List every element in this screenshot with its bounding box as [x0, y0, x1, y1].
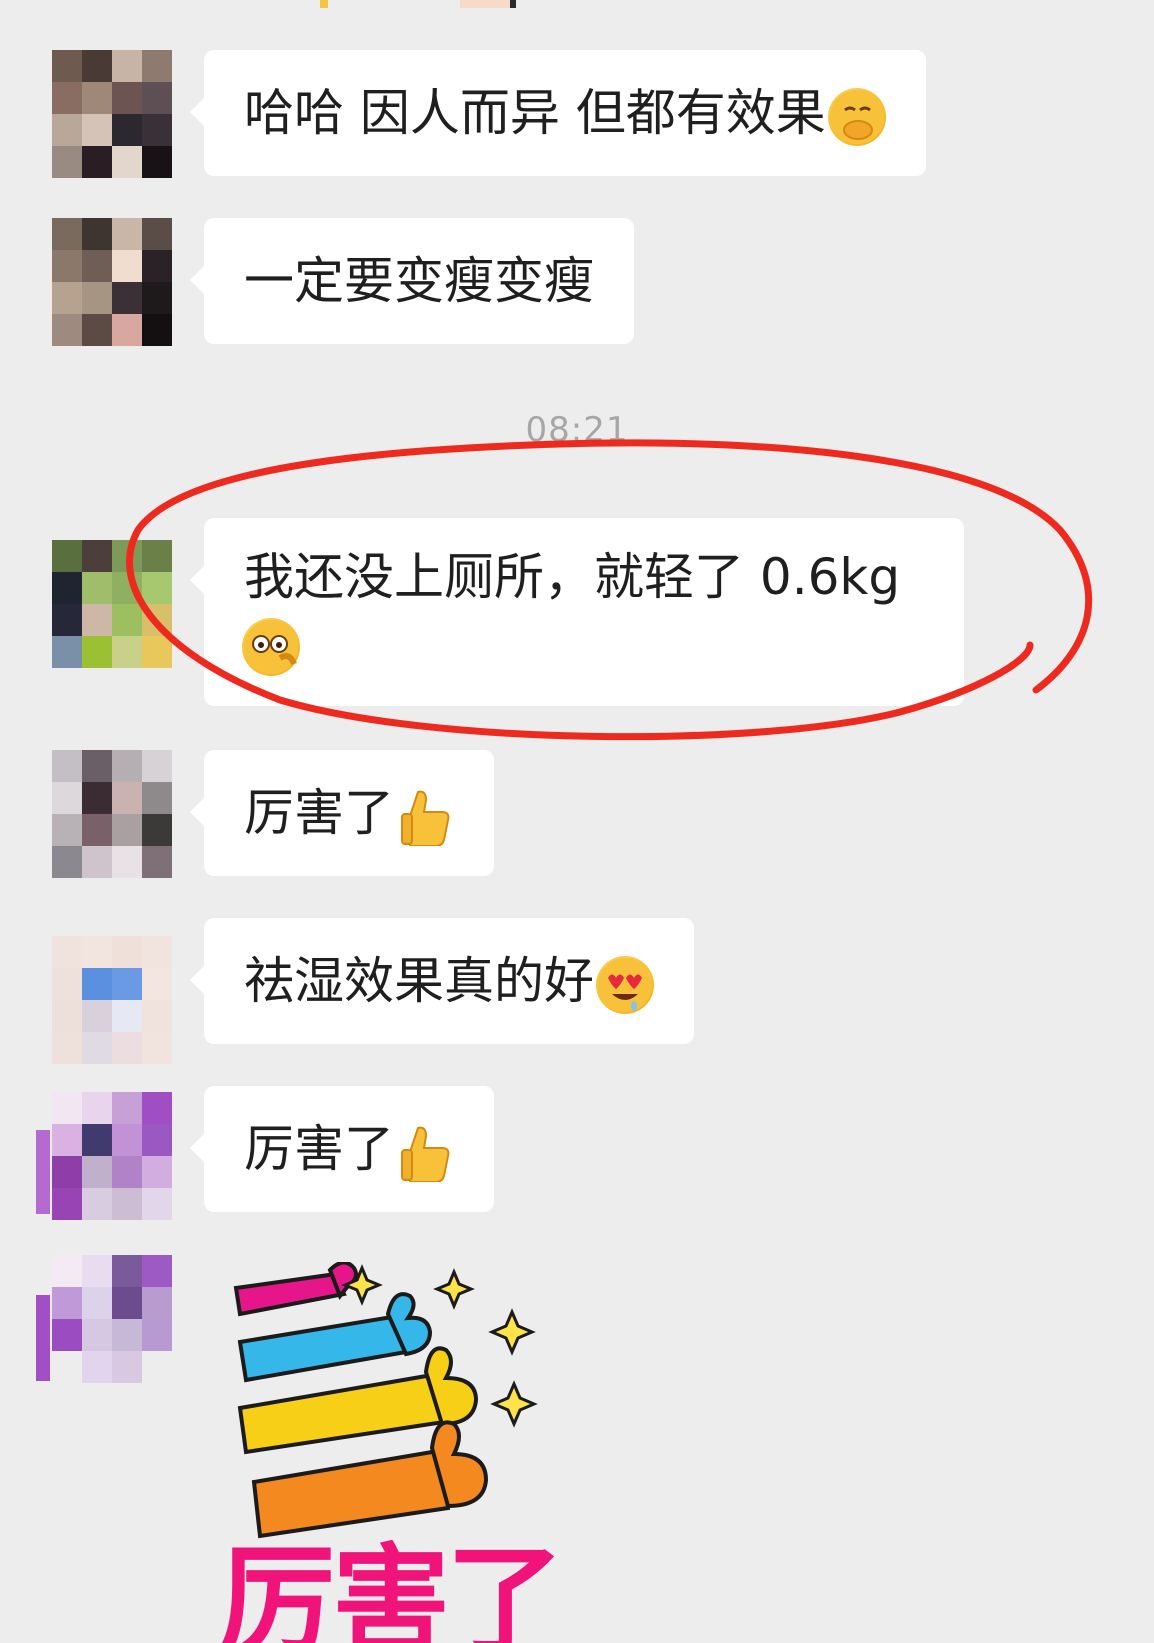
avatar-shadow: [36, 1130, 50, 1214]
message-text: 厉害了: [244, 784, 394, 842]
message-bubble[interactable]: 祛湿效果真的好: [190, 918, 694, 1044]
message-bubble[interactable]: 厉害了: [190, 1086, 494, 1212]
message-timestamp: 08:21: [525, 410, 629, 450]
avatar[interactable]: [52, 1255, 172, 1383]
message-bubble[interactable]: 厉害了: [190, 750, 494, 876]
avatar[interactable]: [52, 1092, 172, 1220]
chat-screen: 哈哈 因人而异 但都有效果 一定要变瘦变瘦 08:21 我还没上厕所，就轻了 0…: [0, 0, 1154, 1643]
sticker-caption: 厉害了: [218, 1532, 564, 1643]
message-text: 哈哈 因人而异 但都有效果: [244, 84, 826, 142]
message-bubble[interactable]: 哈哈 因人而异 但都有效果: [190, 50, 926, 176]
message-text: 一定要变瘦变瘦: [244, 252, 594, 310]
thumbs-up-emoji: [396, 788, 454, 846]
message-text: 我还没上厕所，就轻了 0.6kg: [244, 548, 901, 606]
avatar[interactable]: [52, 540, 172, 668]
avatar[interactable]: [52, 936, 172, 1064]
message-bubble[interactable]: 一定要变瘦变瘦: [190, 218, 634, 344]
message-text: 祛湿效果真的好: [244, 952, 594, 1010]
avatar[interactable]: [52, 218, 172, 346]
peeking-face-emoji: [242, 617, 300, 676]
sticker-arm-pink: [233, 1262, 358, 1317]
message-text: 厉害了: [244, 1120, 394, 1178]
heart-eyes-emoji: [596, 955, 654, 1014]
message-bubble[interactable]: 我还没上厕所，就轻了 0.6kg: [190, 518, 964, 706]
avatar[interactable]: [52, 50, 172, 178]
avatar[interactable]: [52, 750, 172, 878]
thumbs-up-emoji: [396, 1124, 454, 1182]
cropped-sticker-remnant: [320, 0, 516, 8]
avatar-shadow: [36, 1295, 50, 1381]
face-with-hand-over-mouth-emoji: [827, 87, 886, 146]
